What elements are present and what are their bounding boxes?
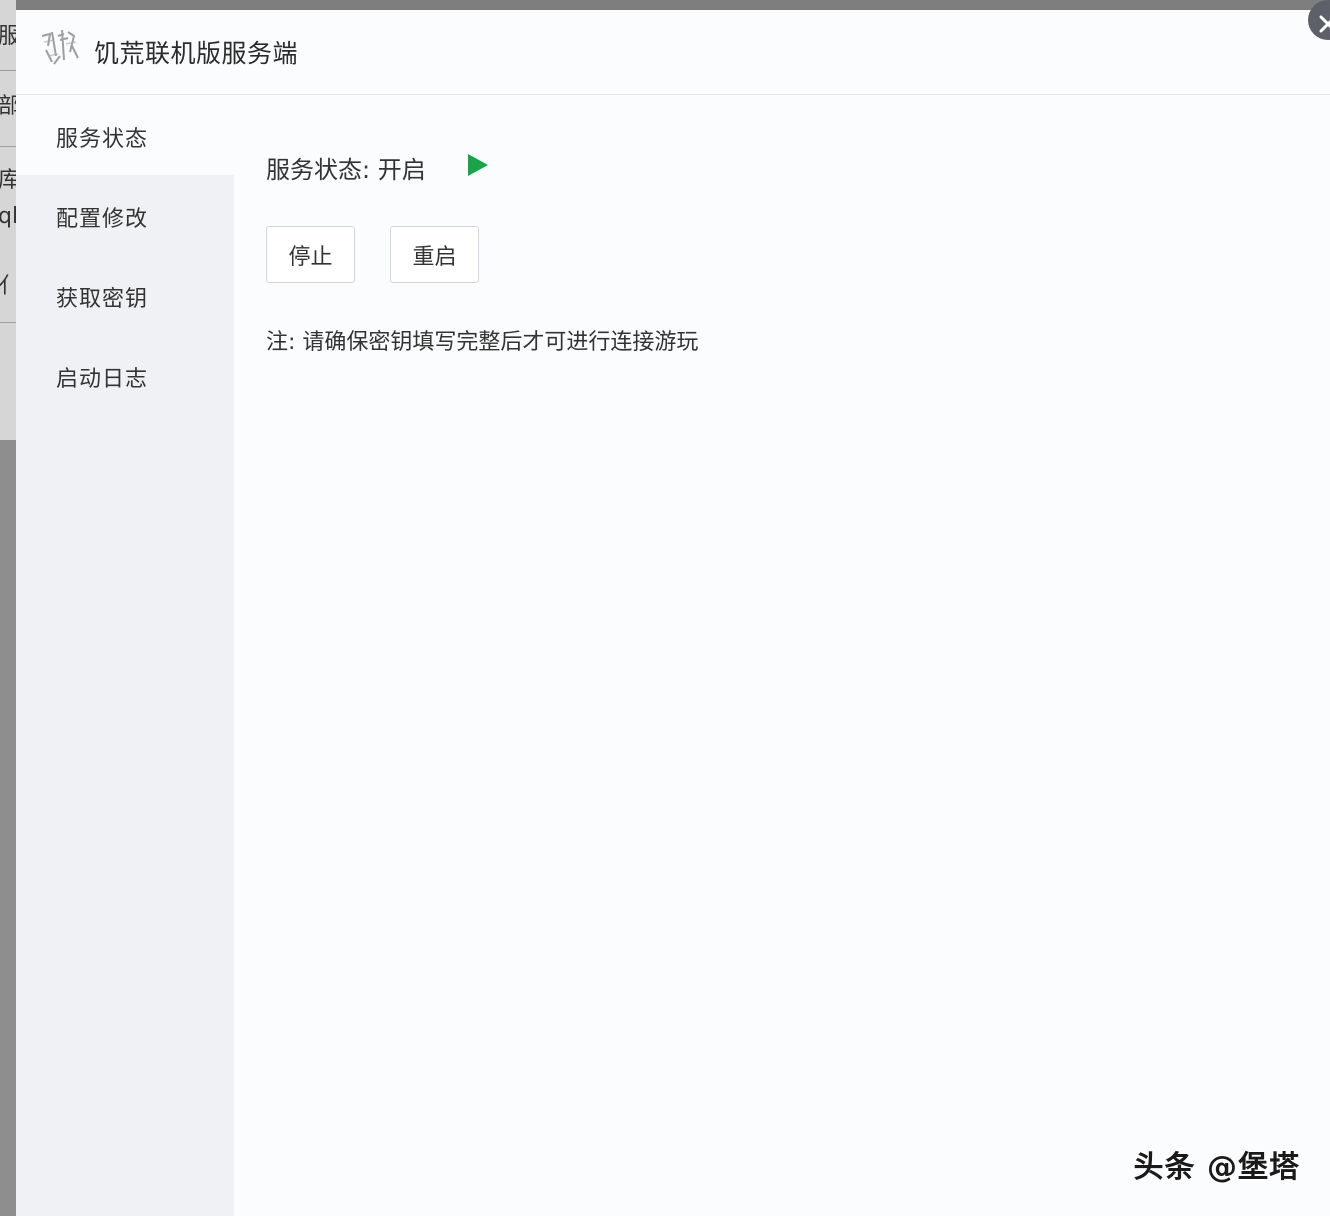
service-status: 服务状态: 开启	[266, 150, 426, 185]
connection-note: 注: 请确保密钥填写完整后才可进行连接游玩	[266, 330, 699, 355]
close-icon	[1319, 15, 1330, 33]
background-top-strip	[16, 0, 1330, 10]
stop-button[interactable]: 停止	[266, 226, 355, 283]
sidebar-item-service-status[interactable]: 服务状态	[16, 95, 234, 175]
sidebar-item-config[interactable]: 配置修改	[16, 175, 234, 255]
background-divider	[0, 146, 16, 147]
restart-button[interactable]: 重启	[390, 226, 479, 283]
watermark: 头条 @堡塔	[1133, 1150, 1300, 1185]
sidebar-item-label: 启动日志	[56, 367, 149, 392]
sidebar-item-label: 服务状态	[56, 127, 149, 152]
background-divider	[0, 322, 16, 323]
background-divider	[0, 70, 16, 71]
sidebar-item-startup-log[interactable]: 启动日志	[16, 335, 234, 415]
play-icon	[466, 152, 490, 178]
dialog-header: 饥荒联机版服务端	[16, 10, 1330, 95]
server-dialog: 饥荒联机版服务端 服务状态 配置修改 获取密钥 启动日志 服务状态: 开启 停止…	[16, 0, 1330, 1216]
sidebar-item-label: 配置修改	[56, 207, 149, 232]
main-panel: 服务状态: 开启 停止 重启 注: 请确保密钥填写完整后才可进行连接游玩 头条 …	[234, 95, 1330, 1216]
status-label: 服务状态:	[266, 156, 371, 184]
game-logo-icon	[38, 26, 82, 70]
sidebar-item-label: 获取密钥	[56, 287, 149, 312]
screen: 服 部 库 ql 亻 饥荒联机版服务端 服务状态 配置修改 获取密钥 启动日志 …	[0, 0, 1330, 1216]
status-value: 开启	[377, 156, 426, 184]
sidebar-item-get-key[interactable]: 获取密钥	[16, 255, 234, 335]
background-app: 服 部 库 ql 亻	[0, 0, 20, 1216]
window-title: 饥荒联机版服务端	[94, 39, 299, 68]
sidebar: 服务状态 配置修改 获取密钥 启动日志	[16, 95, 234, 1216]
